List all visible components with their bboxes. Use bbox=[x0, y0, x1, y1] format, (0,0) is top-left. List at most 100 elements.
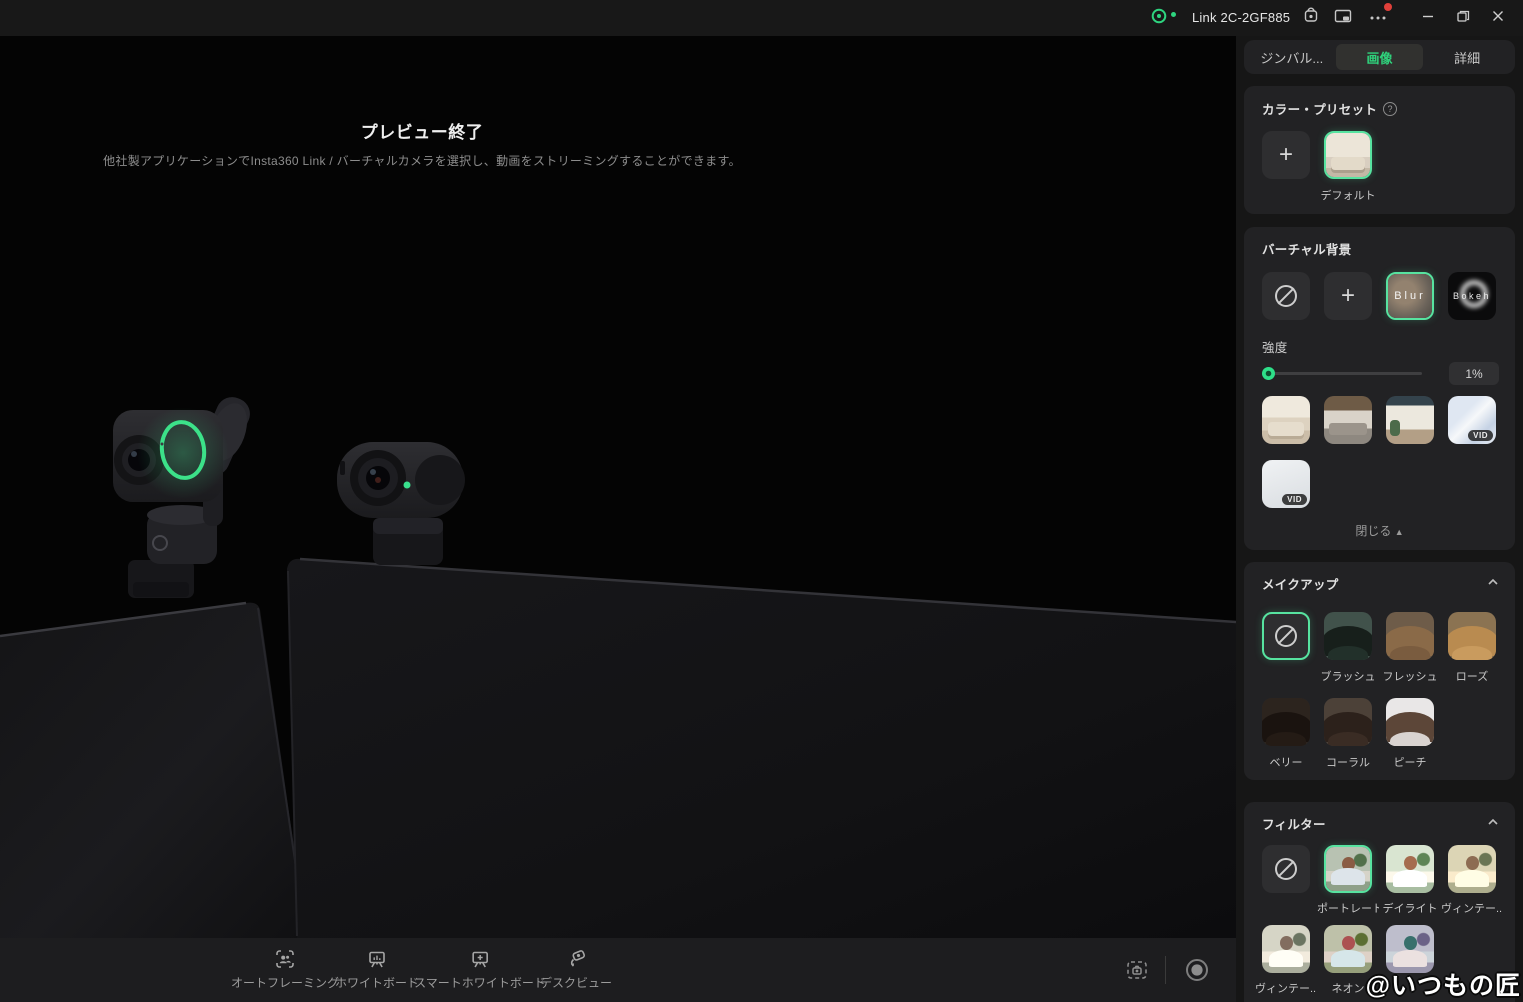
vbg-thumb-wave-video[interactable]: VID bbox=[1448, 396, 1496, 444]
filter-label: デイライト bbox=[1379, 900, 1441, 916]
blur-label: Blur bbox=[1388, 274, 1432, 318]
close-button[interactable] bbox=[1486, 4, 1510, 28]
preview-message: プレビュー終了 他社製アプリケーションでInsta360 Link / バーチャ… bbox=[22, 118, 822, 169]
notification-dot bbox=[1384, 3, 1392, 11]
vbg-thumb-living-room[interactable] bbox=[1262, 396, 1310, 444]
virtual-bg-title: バーチャル背景 bbox=[1262, 239, 1351, 258]
filter-label: ポートレート bbox=[1317, 900, 1379, 916]
privacy-mode-icon[interactable] bbox=[1299, 4, 1323, 28]
toolbar-label: オートフレーミング bbox=[231, 974, 339, 991]
plus-icon: + bbox=[1262, 131, 1310, 179]
toolbar-divider bbox=[1165, 956, 1166, 984]
vbg-none-button[interactable] bbox=[1262, 272, 1310, 320]
makeup-section: メイクアップ ブラッシュ フレッシュ ローズ ベリー コーラル ピーチ bbox=[1244, 562, 1515, 780]
deskview-icon bbox=[565, 948, 587, 970]
makeup-thumb-fresh[interactable] bbox=[1386, 612, 1434, 660]
toolbar-label: デスクビュー bbox=[540, 974, 612, 991]
filter-none-button[interactable] bbox=[1262, 845, 1310, 893]
makeup-thumb-berry[interactable] bbox=[1262, 698, 1310, 746]
bokeh-label: Bokeh bbox=[1448, 272, 1496, 320]
preset-default-thumb[interactable] bbox=[1324, 131, 1372, 179]
panel-tabs: ジンバル... 画像 詳細 bbox=[1244, 40, 1515, 74]
none-icon bbox=[1275, 858, 1297, 880]
vbg-thumb-cafe[interactable] bbox=[1386, 396, 1434, 444]
preview-title: プレビュー終了 bbox=[22, 118, 822, 143]
none-icon bbox=[1275, 625, 1297, 647]
slider-knob[interactable] bbox=[1262, 367, 1275, 380]
bottom-toolbar: オートフレーミング ホワイトボード スマートホワイトボード bbox=[0, 938, 1236, 1002]
toolbar-label: スマートホワイトボード bbox=[414, 974, 546, 991]
filter-thumb-vintage2[interactable] bbox=[1262, 925, 1310, 973]
makeup-label: ピーチ bbox=[1379, 754, 1441, 770]
toolbar-item-deskview[interactable]: デスクビュー bbox=[540, 948, 612, 991]
caret-up-icon: ▲ bbox=[1395, 527, 1404, 537]
pip-mode-icon[interactable] bbox=[1331, 4, 1355, 28]
tab-gimbal[interactable]: ジンバル... bbox=[1248, 44, 1336, 70]
app-logo-icon bbox=[1147, 4, 1171, 28]
add-preset-button[interactable]: + bbox=[1262, 131, 1310, 179]
help-icon[interactable]: ? bbox=[1383, 102, 1397, 116]
vbg-add-button[interactable]: + bbox=[1324, 272, 1372, 320]
strength-slider[interactable] bbox=[1262, 362, 1475, 386]
none-icon bbox=[1275, 285, 1297, 307]
toolbar-item-whiteboard[interactable]: ホワイトボード bbox=[335, 948, 419, 991]
makeup-label: ブラッシュ bbox=[1317, 668, 1379, 684]
strength-label: 強度 bbox=[1262, 337, 1288, 356]
whiteboard-icon bbox=[366, 948, 388, 970]
vbg-blur-button[interactable]: Blur bbox=[1386, 272, 1434, 320]
toolbar-label: ホワイトボード bbox=[335, 974, 419, 991]
filter-title: フィルター bbox=[1262, 814, 1326, 833]
filter-thumb-vintage1[interactable] bbox=[1448, 845, 1496, 893]
vid-badge: VID bbox=[1468, 430, 1493, 441]
makeup-title: メイクアップ bbox=[1262, 574, 1339, 593]
makeup-label: フレッシュ bbox=[1379, 668, 1441, 684]
gimbal-webcam bbox=[113, 392, 255, 598]
makeup-thumb-blush[interactable] bbox=[1324, 612, 1372, 660]
preview-subtitle: 他社製アプリケーションでInsta360 Link / バーチャルカメラを選択し… bbox=[22, 152, 822, 169]
window-title: Link 2C-2GF885 bbox=[1192, 10, 1290, 25]
filter-label: ヴィンテー... bbox=[1441, 900, 1503, 916]
makeup-thumb-rose[interactable] bbox=[1448, 612, 1496, 660]
vbg-bokeh-button[interactable]: Bokeh bbox=[1448, 272, 1496, 320]
filter-label: ヴィンテー... bbox=[1255, 980, 1317, 996]
vid-badge: VID bbox=[1282, 494, 1307, 505]
collapse-makeup-icon[interactable] bbox=[1485, 574, 1501, 590]
camera-preview: プレビュー終了 他社製アプリケーションでInsta360 Link / バーチャ… bbox=[0, 36, 1236, 938]
settings-panel: ジンバル... 画像 詳細 カラー・プリセット ? + デフォルト バーチャル背… bbox=[1236, 36, 1523, 1002]
restore-button[interactable] bbox=[1451, 4, 1475, 28]
makeup-label: ベリー bbox=[1255, 754, 1317, 770]
status-dot bbox=[1171, 12, 1176, 17]
toolbar-item-smart-whiteboard[interactable]: スマートホワイトボード bbox=[414, 948, 546, 991]
toolbar-item-autoframing[interactable]: オートフレーミング bbox=[231, 948, 339, 991]
minimize-button[interactable] bbox=[1416, 4, 1440, 28]
preset-default-label: デフォルト bbox=[1317, 187, 1379, 203]
tab-details[interactable]: 詳細 bbox=[1423, 44, 1511, 70]
slider-track[interactable] bbox=[1262, 372, 1422, 375]
collapse-vbg-button[interactable]: 閉じる ▲ bbox=[1244, 522, 1515, 539]
plus-icon: + bbox=[1324, 272, 1372, 320]
filter-thumb-daylight[interactable] bbox=[1386, 845, 1434, 893]
collapse-filter-icon[interactable] bbox=[1485, 814, 1501, 830]
vbg-thumb-white-video[interactable]: VID bbox=[1262, 460, 1310, 508]
color-preset-title: カラー・プリセット ? bbox=[1262, 99, 1397, 118]
filter-thumb-portrait[interactable] bbox=[1324, 845, 1372, 893]
makeup-label: コーラル bbox=[1317, 754, 1379, 770]
app-window: Link 2C-2GF885 bbox=[0, 0, 1523, 1002]
makeup-thumb-coral[interactable] bbox=[1324, 698, 1372, 746]
autoframe-icon bbox=[274, 948, 296, 970]
record-button[interactable] bbox=[1184, 938, 1210, 1002]
color-preset-section: カラー・プリセット ? + デフォルト bbox=[1244, 86, 1515, 214]
strength-value: 1% bbox=[1449, 362, 1499, 385]
screenshot-button[interactable] bbox=[1124, 938, 1150, 1002]
virtual-bg-section: バーチャル背景 + Blur Bokeh 強度 1% VID VID bbox=[1244, 227, 1515, 550]
smart-whiteboard-icon bbox=[469, 948, 491, 970]
watermark-text: @いつもの匠 bbox=[1366, 966, 1521, 1002]
vbg-thumb-wood-room[interactable] bbox=[1324, 396, 1372, 444]
tab-image[interactable]: 画像 bbox=[1336, 44, 1424, 70]
fixed-webcam bbox=[337, 442, 465, 565]
makeup-thumb-peach[interactable] bbox=[1386, 698, 1434, 746]
titlebar: Link 2C-2GF885 bbox=[0, 0, 1523, 36]
makeup-none-button[interactable] bbox=[1262, 612, 1310, 660]
webcam-product-scene bbox=[0, 36, 1236, 938]
makeup-label: ローズ bbox=[1441, 668, 1503, 684]
